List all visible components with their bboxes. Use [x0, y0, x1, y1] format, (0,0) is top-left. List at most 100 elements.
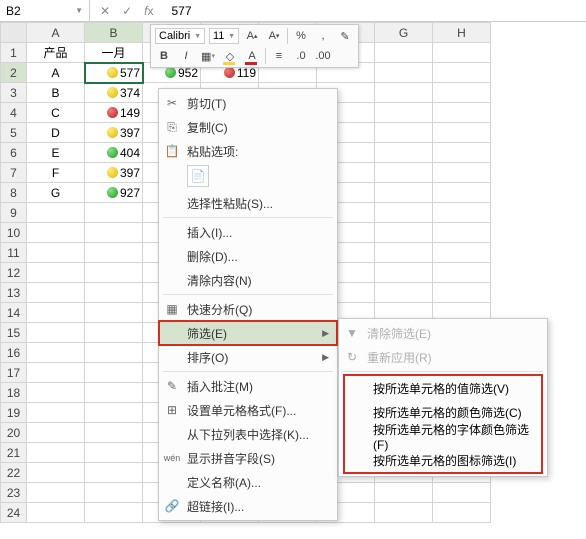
menu-cut[interactable]: ✂剪切(T)	[159, 91, 337, 115]
row-header[interactable]: 19	[1, 403, 27, 423]
menu-quick-analysis[interactable]: ▦快速分析(Q)	[159, 297, 337, 321]
row-header[interactable]: 14	[1, 303, 27, 323]
row-header[interactable]: 17	[1, 363, 27, 383]
copy-icon: ⎘	[163, 118, 181, 136]
fill-color-icon[interactable]: ◇	[221, 47, 239, 65]
col-header-H[interactable]: H	[433, 23, 491, 43]
menu-paste-special[interactable]: 选择性粘贴(S)...	[159, 191, 337, 215]
cell[interactable]: 374	[85, 83, 143, 103]
submenu-arrow-icon: ▶	[322, 328, 329, 339]
row-header[interactable]: 6	[1, 143, 27, 163]
row-header[interactable]: 1	[1, 43, 27, 63]
menu-copy[interactable]: ⎘复制(C)	[159, 115, 337, 139]
cell-selected[interactable]: 577	[85, 63, 143, 83]
row-header[interactable]: 18	[1, 383, 27, 403]
row-header[interactable]: 16	[1, 343, 27, 363]
paste-option-button[interactable]: 📄	[187, 165, 209, 187]
col-header-B[interactable]: B	[85, 23, 143, 43]
row-header[interactable]: 3	[1, 83, 27, 103]
row-header[interactable]: 24	[1, 503, 27, 523]
col-header-G[interactable]: G	[375, 23, 433, 43]
cell[interactable]: 404	[85, 143, 143, 163]
submenu-clear-filter[interactable]: ▼清除筛选(E)	[339, 321, 547, 345]
italic-button[interactable]: I	[177, 47, 195, 65]
menu-insert-comment[interactable]: ✎插入批注(M)	[159, 374, 337, 398]
submenu-reapply[interactable]: ↻重新应用(R)	[339, 345, 547, 369]
col-header-A[interactable]: A	[27, 23, 85, 43]
select-all-corner[interactable]	[1, 23, 27, 43]
menu-filter[interactable]: 筛选(E)▶	[159, 321, 337, 345]
font-name-select[interactable]: Calibri▼	[155, 28, 205, 44]
clear-filter-icon: ▼	[343, 324, 361, 342]
status-dot-icon	[107, 107, 118, 118]
increase-font-icon[interactable]: A▴	[243, 27, 261, 45]
align-icon[interactable]: ≡	[270, 47, 288, 65]
menu-hyperlink[interactable]: 🔗超链接(I)...	[159, 494, 337, 518]
comma-icon[interactable]: ,	[314, 27, 332, 45]
submenu-arrow-icon: ▶	[322, 352, 329, 363]
cell[interactable]: 一月	[85, 43, 143, 63]
status-dot-icon	[107, 147, 118, 158]
row-header[interactable]: 15	[1, 323, 27, 343]
cell[interactable]: A	[27, 63, 85, 83]
row-header[interactable]: 7	[1, 163, 27, 183]
menu-clear[interactable]: 清除内容(N)	[159, 268, 337, 292]
row-header[interactable]: 22	[1, 463, 27, 483]
row-header[interactable]: 13	[1, 283, 27, 303]
cell[interactable]: 149	[85, 103, 143, 123]
menu-define-name[interactable]: 定义名称(A)...	[159, 470, 337, 494]
dropdown-icon[interactable]: ▼	[75, 6, 83, 15]
menu-format-cells[interactable]: ⊞设置单元格格式(F)...	[159, 398, 337, 422]
cell[interactable]: 927	[85, 183, 143, 203]
cell[interactable]: D	[27, 123, 85, 143]
format-painter-icon[interactable]: ✎	[336, 27, 354, 45]
cancel-icon[interactable]: ✕	[100, 4, 110, 18]
decrease-font-icon[interactable]: A▾	[265, 27, 283, 45]
menu-pinyin[interactable]: wén显示拼音字段(S)	[159, 446, 337, 470]
cell[interactable]: C	[27, 103, 85, 123]
font-color-icon[interactable]: A	[243, 47, 261, 65]
menu-sort[interactable]: 排序(O)▶	[159, 345, 337, 369]
row-header[interactable]: 4	[1, 103, 27, 123]
cell[interactable]: 397	[85, 163, 143, 183]
cell[interactable]: E	[27, 143, 85, 163]
status-dot-icon	[107, 187, 118, 198]
submenu-filter-by-font-color[interactable]: 按所选单元格的字体颜色筛选(F)	[345, 424, 541, 448]
row-header[interactable]: 12	[1, 263, 27, 283]
scissors-icon: ✂	[163, 94, 181, 112]
row-header[interactable]: 23	[1, 483, 27, 503]
formula-bar: B2 ▼ ✕ ✓ fx 577	[0, 0, 586, 22]
font-size-select[interactable]: 11▼	[209, 28, 239, 44]
row-header[interactable]: 2	[1, 63, 27, 83]
formula-value[interactable]: 577	[163, 4, 191, 18]
percent-icon[interactable]: %	[292, 27, 310, 45]
menu-paste-options: 📋粘贴选项:	[159, 139, 337, 163]
fx-icon[interactable]: fx	[144, 4, 153, 18]
submenu-filter-by-icon[interactable]: 按所选单元格的图标筛选(I)	[345, 448, 541, 472]
row-header[interactable]: 10	[1, 223, 27, 243]
row-header[interactable]: 5	[1, 123, 27, 143]
decrease-decimal-icon[interactable]: .0	[292, 47, 310, 65]
row-header[interactable]: 9	[1, 203, 27, 223]
bold-button[interactable]: B	[155, 47, 173, 65]
row-header[interactable]: 11	[1, 243, 27, 263]
menu-delete[interactable]: 删除(D)...	[159, 244, 337, 268]
submenu-filter-by-value[interactable]: 按所选单元格的值筛选(V)	[345, 376, 541, 400]
menu-dropdown-list[interactable]: 从下拉列表中选择(K)...	[159, 422, 337, 446]
status-dot-icon	[165, 67, 176, 78]
cell[interactable]: F	[27, 163, 85, 183]
name-box[interactable]: B2 ▼	[0, 0, 90, 21]
pinyin-icon: wén	[163, 449, 181, 467]
cell[interactable]: 产品	[27, 43, 85, 63]
status-dot-icon	[107, 127, 118, 138]
row-header[interactable]: 21	[1, 443, 27, 463]
cell[interactable]: G	[27, 183, 85, 203]
cell[interactable]: B	[27, 83, 85, 103]
menu-insert[interactable]: 插入(I)...	[159, 220, 337, 244]
row-header[interactable]: 20	[1, 423, 27, 443]
confirm-icon[interactable]: ✓	[122, 4, 132, 18]
increase-decimal-icon[interactable]: .00	[314, 47, 332, 65]
row-header[interactable]: 8	[1, 183, 27, 203]
border-icon[interactable]: ▦▾	[199, 47, 217, 65]
cell[interactable]: 397	[85, 123, 143, 143]
